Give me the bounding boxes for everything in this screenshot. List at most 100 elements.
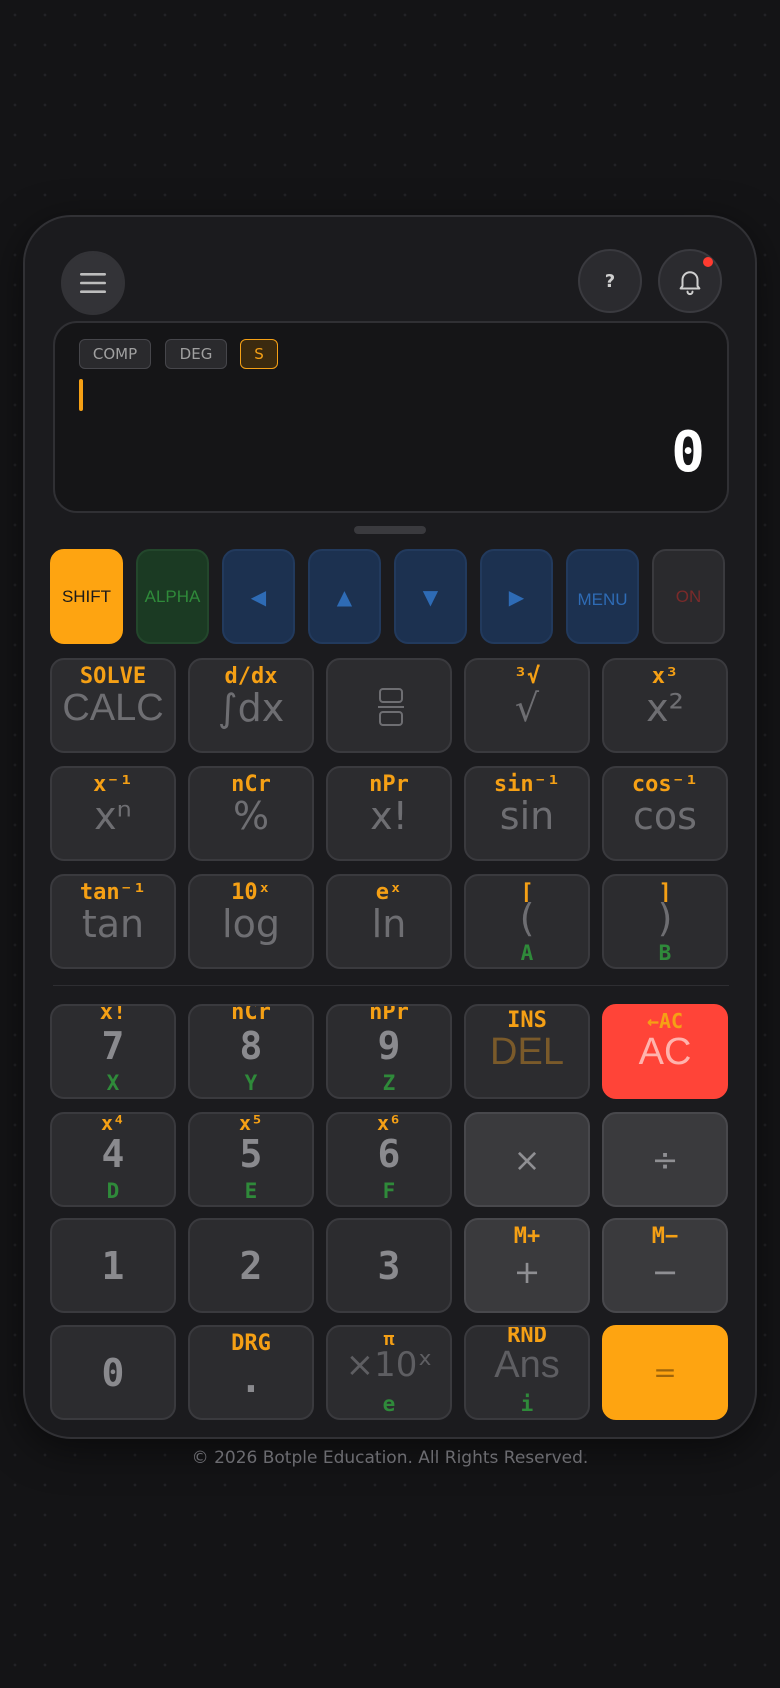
ln-label: ln xyxy=(371,902,407,946)
key-1[interactable]: 1 xyxy=(50,1218,176,1313)
key-3[interactable]: 3 xyxy=(326,1218,452,1313)
del-label: DEL xyxy=(490,1031,564,1073)
menu-key[interactable]: MENU xyxy=(566,549,639,644)
ln-key[interactable]: eˣ ln xyxy=(326,874,452,969)
right-arrow-key[interactable]: ▶ xyxy=(480,549,553,644)
exp10-key[interactable]: π ×10ˣ e xyxy=(326,1325,452,1420)
imaginary-i-label: i xyxy=(520,1392,534,1416)
key-6[interactable]: x⁶ 6 F xyxy=(326,1112,452,1207)
key-6-alpha-label: F xyxy=(382,1179,396,1203)
key-5-alpha-label: E xyxy=(244,1179,258,1203)
key-6-label: 6 xyxy=(377,1132,401,1176)
drg-label: DRG xyxy=(231,1331,271,1356)
fraction-key[interactable] xyxy=(326,658,452,753)
key-4[interactable]: x⁴ 4 D xyxy=(50,1112,176,1207)
left-paren-key[interactable]: ⌈ ( A xyxy=(464,874,590,969)
cos-label: cos xyxy=(633,794,697,838)
power-label: xⁿ xyxy=(94,794,132,838)
help-button[interactable]: ? xyxy=(578,249,642,313)
percent-key[interactable]: nCr % xyxy=(188,766,314,861)
minus-key[interactable]: M− − xyxy=(602,1218,728,1313)
key-8[interactable]: nCr 8 Y xyxy=(188,1004,314,1099)
factorial-label: x! xyxy=(370,794,408,838)
key-2-label: 2 xyxy=(239,1243,263,1288)
decimal-key[interactable]: DRG . xyxy=(188,1325,314,1420)
multiply-key[interactable]: × xyxy=(464,1112,590,1207)
power-key[interactable]: x⁻¹ xⁿ xyxy=(50,766,176,861)
divide-key[interactable]: ÷ xyxy=(602,1112,728,1207)
alpha-label: ALPHA xyxy=(144,586,201,606)
bell-icon xyxy=(679,271,701,296)
key-2[interactable]: 2 xyxy=(188,1218,314,1313)
ans-key[interactable]: RND Ans i xyxy=(464,1325,590,1420)
square-key[interactable]: x³ x² xyxy=(602,658,728,753)
ac-label: AC xyxy=(638,1031,692,1073)
mode-indicator: COMP xyxy=(79,339,151,369)
menu-key-label: MENU xyxy=(577,589,628,609)
key-9-alpha-label: Z xyxy=(382,1071,396,1095)
decimal-label: . xyxy=(239,1357,263,1401)
right-paren-key[interactable]: ⌉ ) B xyxy=(602,874,728,969)
plus-key[interactable]: M+ + xyxy=(464,1218,590,1313)
angle-indicator: DEG xyxy=(165,339,227,369)
result-value: 0 xyxy=(671,420,705,485)
on-label: ON xyxy=(675,586,702,606)
multiply-label: × xyxy=(513,1140,541,1179)
key-4-label: 4 xyxy=(101,1132,125,1176)
key-8-alpha-label: Y xyxy=(244,1071,258,1095)
log-key[interactable]: 10ˣ log xyxy=(188,874,314,969)
sin-key[interactable]: sin⁻¹ sin xyxy=(464,766,590,861)
input-cursor xyxy=(79,379,83,411)
sqrt-label: √ xyxy=(514,686,540,730)
down-arrow-icon: ▼ xyxy=(422,584,439,609)
ac-key[interactable]: ←AC AC xyxy=(602,1004,728,1099)
fraction-icon xyxy=(378,688,404,726)
key-0[interactable]: 0 xyxy=(50,1325,176,1420)
sqrt-key[interactable]: ³√ √ xyxy=(464,658,590,753)
drag-handle[interactable] xyxy=(354,526,426,534)
up-arrow-icon: ▲ xyxy=(336,584,353,609)
memory-minus-label: M− xyxy=(651,1224,679,1249)
square-label: x² xyxy=(646,686,684,730)
integral-key[interactable]: d/dx ∫dx xyxy=(188,658,314,753)
key-4-alpha-label: D xyxy=(106,1179,120,1203)
left-arrow-key[interactable]: ◀ xyxy=(222,549,295,644)
tan-key[interactable]: tan⁻¹ tan xyxy=(50,874,176,969)
display-screen: COMP DEG S 0 xyxy=(53,321,729,513)
keypad-divider xyxy=(53,985,729,986)
exp10-label: ×10ˣ xyxy=(345,1345,433,1385)
key-9[interactable]: nPr 9 Z xyxy=(326,1004,452,1099)
menu-button[interactable] xyxy=(61,251,125,315)
key-7-shift-label: x! xyxy=(99,1004,127,1025)
key-8-shift-label: nCr xyxy=(231,1004,271,1025)
key-5-label: 5 xyxy=(239,1132,263,1176)
key-7-alpha-label: X xyxy=(106,1071,120,1095)
notifications-button[interactable] xyxy=(658,249,722,313)
alpha-a-label: A xyxy=(520,941,534,965)
plus-label: + xyxy=(513,1253,541,1291)
left-arrow-icon: ◀ xyxy=(250,584,267,609)
key-5[interactable]: x⁵ 5 E xyxy=(188,1112,314,1207)
integral-label: ∫dx xyxy=(217,686,285,730)
factorial-key[interactable]: nPr x! xyxy=(326,766,452,861)
footer-copyright: © 2026 Botple Education. All Rights Rese… xyxy=(191,1448,589,1468)
left-paren-label: ( xyxy=(519,896,535,940)
right-arrow-icon: ▶ xyxy=(508,584,525,609)
down-arrow-key[interactable]: ▼ xyxy=(394,549,467,644)
key-8-label: 8 xyxy=(239,1024,263,1068)
sin-label: sin xyxy=(499,794,555,838)
calc-key[interactable]: SOLVE CALC xyxy=(50,658,176,753)
equals-key[interactable]: = xyxy=(602,1325,728,1420)
up-arrow-key[interactable]: ▲ xyxy=(308,549,381,644)
tan-label: tan xyxy=(81,902,145,946)
shift-key[interactable]: SHIFT xyxy=(50,549,123,644)
key-7-label: 7 xyxy=(101,1024,125,1068)
help-label: ? xyxy=(604,270,616,292)
percent-label: % xyxy=(232,794,270,838)
cos-key[interactable]: cos⁻¹ cos xyxy=(602,766,728,861)
on-key[interactable]: ON xyxy=(652,549,725,644)
del-key[interactable]: INS DEL xyxy=(464,1004,590,1099)
key-7[interactable]: x! 7 X xyxy=(50,1004,176,1099)
memory-plus-label: M+ xyxy=(513,1224,541,1249)
alpha-key[interactable]: ALPHA xyxy=(136,549,209,644)
